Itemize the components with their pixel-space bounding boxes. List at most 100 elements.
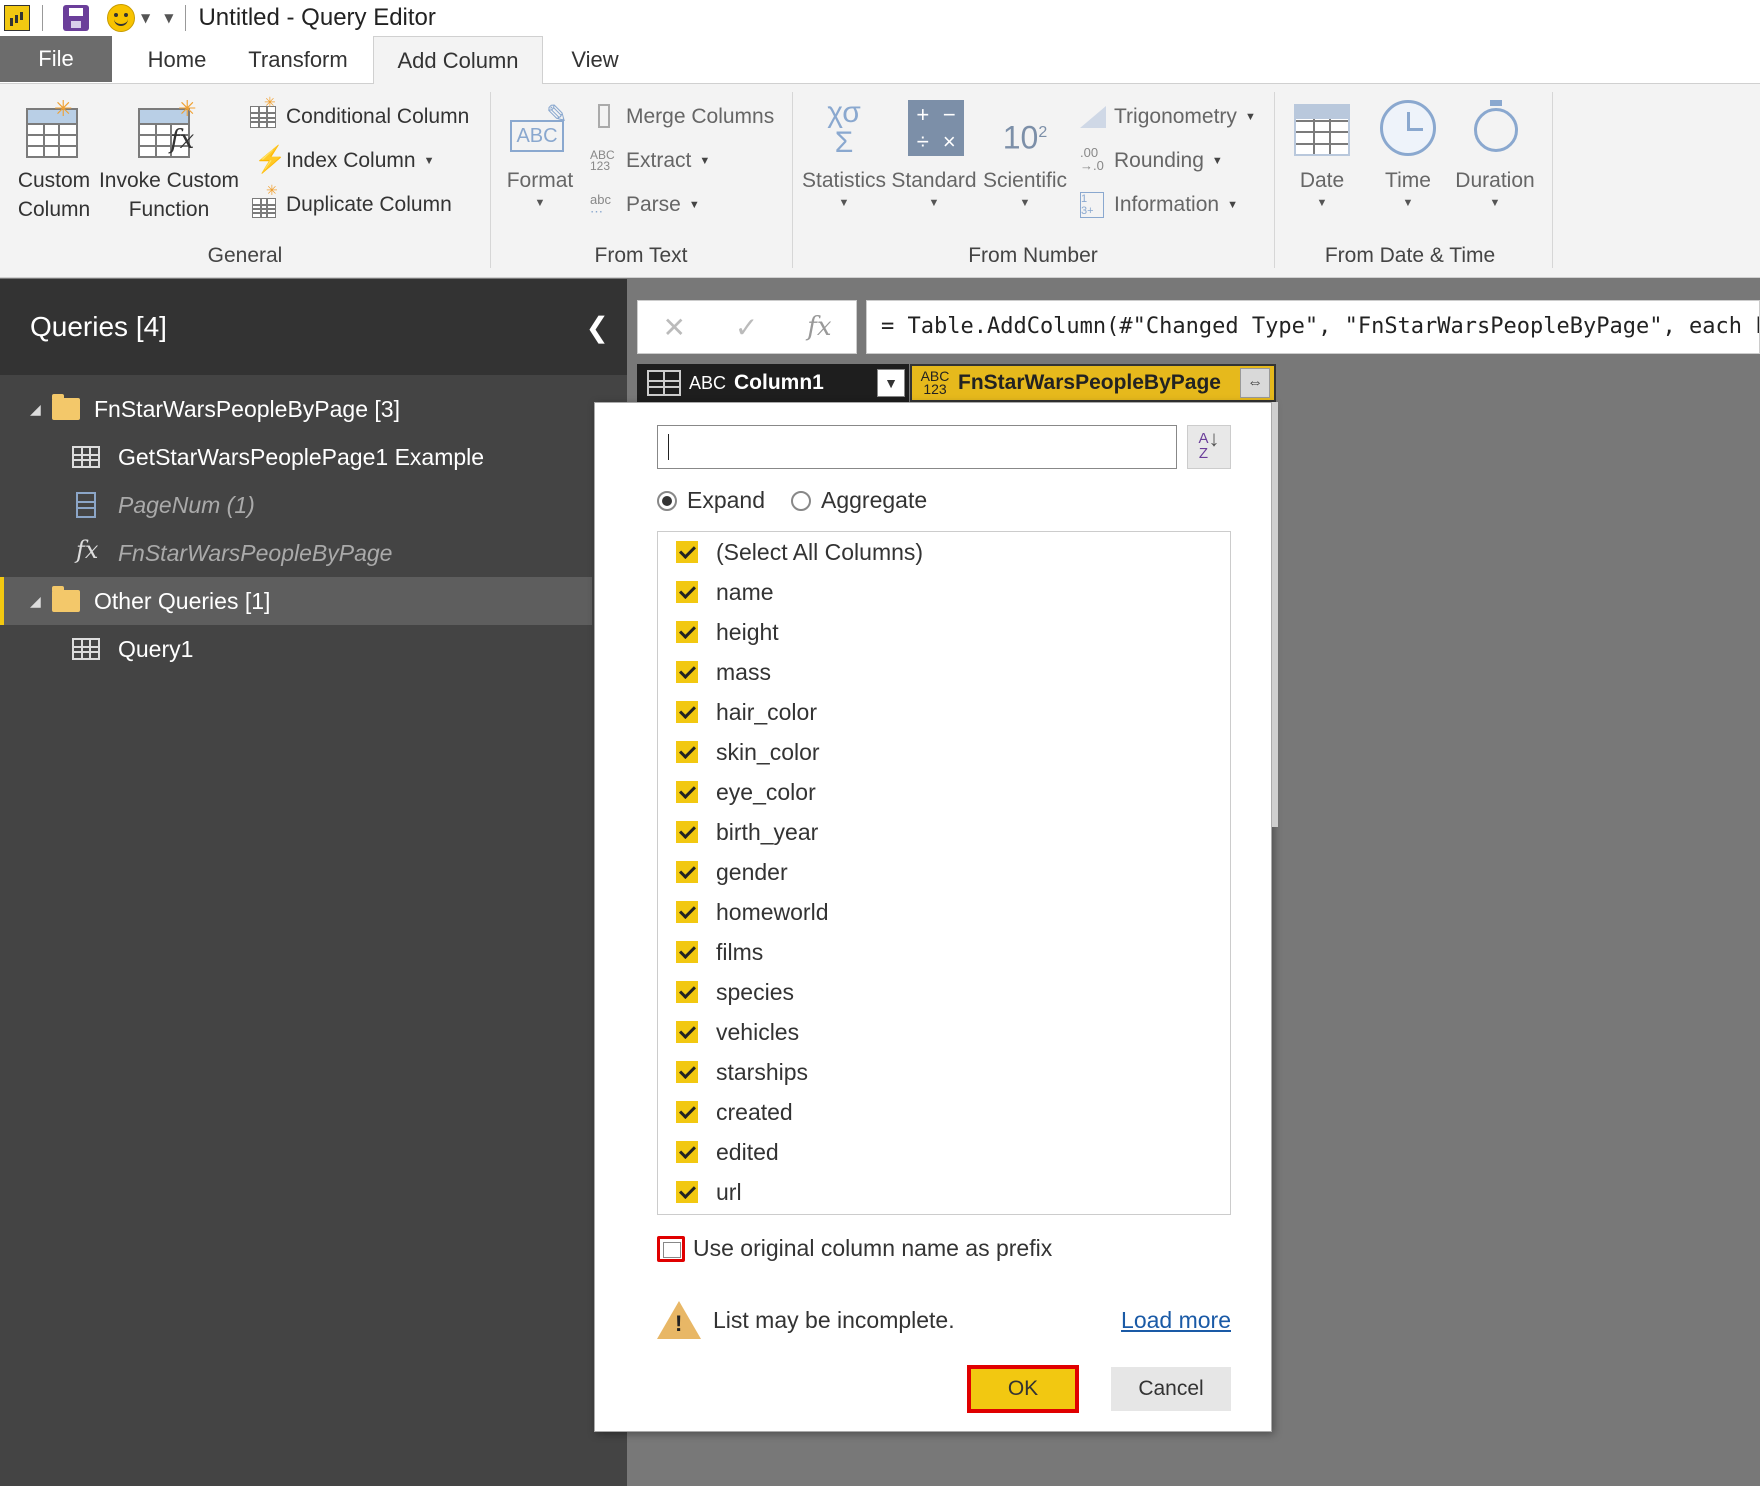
expand-column-icon[interactable]: ⇔: [1240, 368, 1270, 398]
rounding-button[interactable]: .00 →.0 Rounding ▼: [1078, 146, 1223, 176]
query-group-other-queries[interactable]: ◢ Other Queries [1]: [0, 577, 592, 625]
query-item-getstarwarspeoplepage1[interactable]: GetStarWarsPeoplePage1 Example: [0, 433, 592, 481]
group-label-from-text: From Text: [594, 244, 688, 267]
ok-button[interactable]: OK: [967, 1365, 1079, 1413]
expand-triangle-icon[interactable]: ◢: [30, 401, 52, 418]
tab-add-column[interactable]: Add Column: [373, 36, 543, 85]
column-checkbox-item[interactable]: (Select All Columns): [658, 532, 1230, 572]
checkbox-checked-icon[interactable]: [676, 861, 698, 883]
column-checkbox-item[interactable]: films: [658, 932, 1230, 972]
scientific-dropdown-icon: ▼: [1019, 197, 1031, 209]
duration-button[interactable]: Duration ▼: [1450, 98, 1540, 211]
extract-button[interactable]: ABC 123 Extract ▼: [590, 146, 710, 176]
format-button[interactable]: ABC ✎ Format ▼: [500, 98, 580, 211]
cancel-formula-icon[interactable]: ✕: [662, 311, 685, 344]
prefix-option[interactable]: Use original column name as prefix: [657, 1235, 1052, 1262]
tab-file[interactable]: File: [0, 36, 112, 82]
table-menu-icon[interactable]: [647, 370, 681, 396]
insert-function-icon[interactable]: fx: [807, 312, 831, 342]
formula-input[interactable]: = Table.AddColumn(#"Changed Type", "FnSt…: [866, 300, 1760, 354]
tab-view[interactable]: View: [556, 36, 634, 84]
checkbox-checked-icon[interactable]: [676, 661, 698, 683]
column-checkbox-item[interactable]: starships: [658, 1052, 1230, 1092]
checkbox-checked-icon[interactable]: [676, 1181, 698, 1203]
checkbox-checked-icon[interactable]: [676, 981, 698, 1003]
feedback-smiley-icon[interactable]: [107, 4, 135, 32]
expand-radio[interactable]: Expand: [657, 487, 765, 514]
checkbox-checked-icon[interactable]: [676, 901, 698, 923]
query-item-fnstarwarspeoplebypage[interactable]: fx FnStarWarsPeopleByPage: [0, 529, 592, 577]
smiley-dropdown-icon[interactable]: ▼: [141, 11, 150, 25]
load-more-link[interactable]: Load more: [1121, 1307, 1231, 1334]
column-checkbox-item[interactable]: eye_color: [658, 772, 1230, 812]
trigonometry-label: Trigonometry: [1114, 105, 1237, 128]
date-button[interactable]: Date ▼: [1282, 98, 1362, 211]
query-item-pagenum[interactable]: PageNum (1): [0, 481, 592, 529]
checkbox-checked-icon[interactable]: [676, 1101, 698, 1123]
folder-icon: [52, 586, 80, 612]
column-header-fnstarwarspeoplebypage[interactable]: ABC 123 FnStarWarsPeopleByPage ⇔: [910, 364, 1276, 402]
trigonometry-button[interactable]: Trigonometry ▼: [1078, 102, 1256, 132]
column-header-column1[interactable]: ABC Column1 ▼: [637, 364, 909, 402]
checkbox-checked-icon[interactable]: [676, 1021, 698, 1043]
query-item-query1[interactable]: Query1: [0, 625, 592, 673]
conditional-column-button[interactable]: ✳ Conditional Column: [250, 94, 469, 132]
checkbox-checked-icon[interactable]: [676, 741, 698, 763]
column-checkbox-item[interactable]: skin_color: [658, 732, 1230, 772]
sort-az-button[interactable]: A Z↓: [1187, 425, 1231, 469]
column-checkbox-item[interactable]: mass: [658, 652, 1230, 692]
aggregate-radio[interactable]: Aggregate: [791, 487, 927, 514]
custom-column-label-1: Custom: [17, 169, 91, 192]
time-button[interactable]: Time ▼: [1368, 98, 1448, 211]
parse-button[interactable]: abc ⋯ Parse ▼: [590, 190, 700, 220]
column-checkbox-item[interactable]: hair_color: [658, 692, 1230, 732]
column-checkbox-item[interactable]: name: [658, 572, 1230, 612]
column-checkbox-item[interactable]: homeworld: [658, 892, 1230, 932]
column-checkbox-label: vehicles: [716, 1018, 800, 1045]
cancel-button[interactable]: Cancel: [1111, 1367, 1231, 1411]
column-search-input[interactable]: [657, 425, 1177, 469]
expand-label: Expand: [687, 487, 766, 513]
checkbox-checked-icon[interactable]: [676, 941, 698, 963]
column-checkbox-item[interactable]: vehicles: [658, 1012, 1230, 1052]
save-icon[interactable]: [63, 5, 89, 31]
commit-formula-icon[interactable]: ✓: [735, 311, 758, 344]
duplicate-column-button[interactable]: ✳ Duplicate Column: [250, 182, 452, 220]
checkbox-checked-icon[interactable]: [676, 541, 698, 563]
column-checkbox-item[interactable]: species: [658, 972, 1230, 1012]
scientific-button[interactable]: 102 Scientific ▼: [980, 98, 1070, 211]
column-checkbox-item[interactable]: birth_year: [658, 812, 1230, 852]
tab-transform[interactable]: Transform: [240, 36, 356, 84]
collapse-pane-icon[interactable]: ❮: [586, 311, 609, 344]
column-checkbox-item[interactable]: edited: [658, 1132, 1230, 1172]
column-checkbox-item[interactable]: gender: [658, 852, 1230, 892]
information-button[interactable]: 1 3+ Information ▼: [1078, 190, 1238, 220]
type-text-icon[interactable]: ABC: [689, 374, 726, 392]
checkbox-checked-icon[interactable]: [676, 1141, 698, 1163]
column-checkbox-item[interactable]: height: [658, 612, 1230, 652]
column-checkbox-item[interactable]: created: [658, 1092, 1230, 1132]
customize-toolbar-icon[interactable]: ▼: [164, 11, 173, 25]
checkbox-checked-icon[interactable]: [676, 581, 698, 603]
prefix-checkbox[interactable]: [657, 1235, 685, 1262]
dialog-scrollbar[interactable]: [1272, 402, 1278, 827]
merge-columns-button[interactable]: Merge Columns: [590, 102, 774, 132]
query-group-fnstarwars[interactable]: ◢ FnStarWarsPeopleByPage [3]: [0, 385, 592, 433]
checkbox-checked-icon[interactable]: [676, 1061, 698, 1083]
checkbox-checked-icon[interactable]: [676, 781, 698, 803]
statistics-label: Statistics: [801, 169, 887, 192]
custom-column-button[interactable]: ✳ Custom Column: [8, 96, 100, 224]
type-any-icon[interactable]: ABC 123: [920, 369, 950, 396]
standard-button[interactable]: + − ÷ × Standard ▼: [890, 98, 978, 211]
checkbox-checked-icon[interactable]: [676, 701, 698, 723]
column-checkbox-item[interactable]: url: [658, 1172, 1230, 1212]
statistics-button[interactable]: χσ Σ Statistics ▼: [800, 98, 888, 211]
tab-home[interactable]: Home: [122, 36, 232, 84]
filter-dropdown-icon[interactable]: ▼: [877, 369, 905, 397]
checkbox-checked-icon[interactable]: [676, 621, 698, 643]
invoke-custom-function-button[interactable]: fx ✳ Invoke Custom Function: [98, 96, 240, 224]
expand-triangle-icon[interactable]: ◢: [30, 593, 52, 610]
power-bi-logo-icon: [4, 5, 30, 31]
index-column-button[interactable]: ⚡ Index Column ▼: [250, 144, 434, 176]
checkbox-checked-icon[interactable]: [676, 821, 698, 843]
